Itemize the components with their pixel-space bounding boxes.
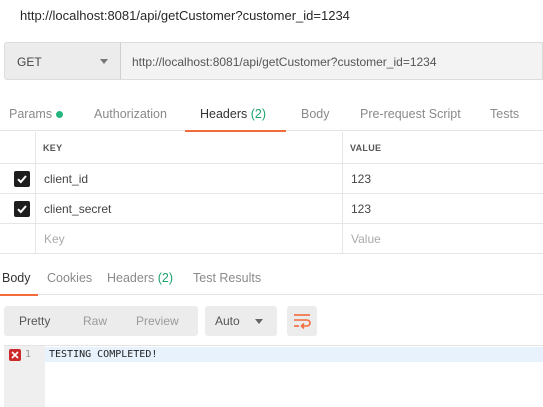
table-new-row: Key Value [0,224,543,254]
response-tab-test-results[interactable]: Test Results [193,262,263,295]
tab-label: Body [2,271,31,285]
response-headers-count: (2) [157,271,174,285]
tab-label: Pre-request Script [360,107,461,121]
column-label: KEY [43,143,63,153]
key-cell[interactable]: client_secret [36,194,343,223]
tab-label: Cookies [47,271,93,285]
headers-table: KEY VALUE client_id 123 client_secret 12 [0,132,543,254]
key-text: client_id [44,172,89,186]
view-raw-button[interactable]: Raw [83,314,107,328]
tab-label: Authorization [94,107,167,121]
response-tabs: Body Cookies Headers (2) Test Results [0,262,543,296]
row-checkbox-cell [0,194,36,223]
response-toolbar: Pretty Raw Preview Auto [0,300,543,340]
value-text: 123 [351,172,372,186]
tab-tests[interactable]: Tests [490,97,522,131]
tab-label: Headers (2) [200,107,267,121]
value-column-header: VALUE [343,132,543,163]
response-tab-body[interactable]: Body [0,262,38,296]
tab-label: Body [301,107,330,121]
tab-label: Tests [490,107,520,121]
value-placeholder: Value [351,232,381,246]
format-select[interactable]: Auto [205,306,277,336]
new-value-input[interactable]: Value [343,224,543,253]
code-line: TESTING COMPLETED! [45,347,543,362]
chevron-down-icon [255,319,263,324]
key-column-header: KEY [36,132,343,163]
view-preview-button[interactable]: Preview [136,314,179,328]
tab-label: Params [9,107,53,121]
headers-count: (2) [250,107,267,121]
line-gutter: 1 [4,346,45,407]
row-checkbox-cell [0,224,36,253]
wrap-lines-button[interactable] [287,306,317,336]
table-header-row: KEY VALUE [0,132,543,164]
row-checkbox[interactable] [14,201,30,217]
tab-params[interactable]: Params [9,97,67,131]
window-title: http://localhost:8081/api/getCustomer?cu… [20,8,350,23]
view-pretty-button[interactable]: Pretty [19,314,50,328]
checkbox-column-header [0,132,36,163]
response-tab-headers[interactable]: Headers (2) [107,262,177,295]
value-cell[interactable]: 123 [343,194,543,223]
window-title-bar: http://localhost:8081/api/getCustomer?cu… [0,0,543,32]
response-body-editor[interactable]: 1 TESTING COMPLETED! [4,345,543,407]
format-label: Auto [215,314,240,328]
row-checkbox-cell [0,164,36,193]
request-tabs: Params Authorization Headers (2) Body Pr… [0,97,543,132]
tab-label: Test Results [193,271,262,285]
table-row: client_id 123 [0,164,543,194]
url-text: http://localhost:8081/api/getCustomer?cu… [132,55,437,69]
line-number: 1 [25,349,32,360]
url-input[interactable]: http://localhost:8081/api/getCustomer?cu… [120,42,543,80]
checkmark-icon [17,205,27,214]
key-text: client_secret [44,202,112,216]
key-cell[interactable]: client_id [36,164,343,193]
new-key-input[interactable]: Key [36,224,343,253]
method-label: GET [17,55,42,69]
code-text: TESTING COMPLETED! [49,349,158,360]
error-icon [9,349,21,361]
tab-label: Headers (2) [107,271,174,285]
wrap-lines-icon [294,314,311,329]
chevron-down-icon [100,59,108,64]
active-tab-indicator [0,294,38,296]
view-mode-group: Pretty Raw Preview [4,306,198,336]
tab-authorization[interactable]: Authorization [94,97,174,131]
response-tab-cookies[interactable]: Cookies [47,262,93,295]
request-bar: GET http://localhost:8081/api/getCustome… [4,42,543,80]
checkmark-icon [17,175,27,184]
table-row: client_secret 123 [0,194,543,224]
value-text: 123 [351,202,372,216]
row-checkbox[interactable] [14,171,30,187]
value-cell[interactable]: 123 [343,164,543,193]
key-placeholder: Key [44,232,65,246]
tab-headers[interactable]: Headers (2) [185,97,286,132]
tab-body[interactable]: Body [301,97,333,131]
tab-pre-request-script[interactable]: Pre-request Script [360,97,462,131]
method-select[interactable]: GET [4,42,121,80]
column-label: VALUE [350,143,382,153]
params-indicator-dot [56,111,63,118]
